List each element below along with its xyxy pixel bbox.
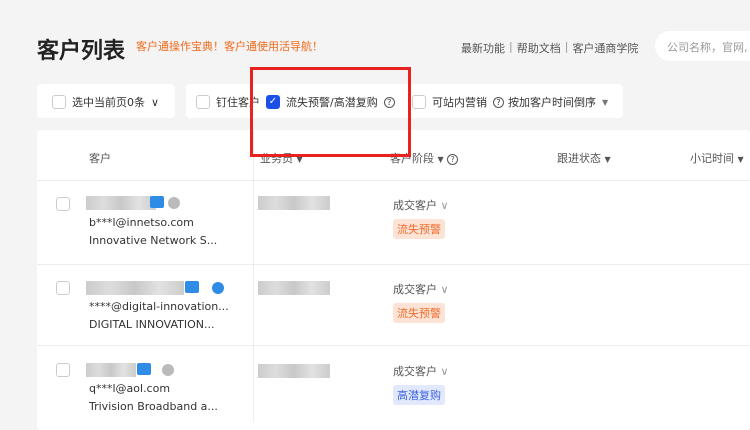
business-card-icon[interactable]: [137, 363, 151, 375]
chevron-down-icon: ∨: [440, 283, 449, 296]
stage-dropdown[interactable]: 成交客户 ∨: [393, 281, 449, 297]
business-card-icon[interactable]: [185, 281, 199, 293]
search-input[interactable]: 公司名称，官网,: [655, 31, 750, 61]
churn-tag: 流失预警: [393, 303, 445, 323]
site-marketing-label: 可站内营销: [432, 96, 487, 109]
sort-label: 按加客户时间倒序: [508, 96, 596, 109]
link-new-features[interactable]: 最新功能: [461, 40, 505, 56]
customer-company[interactable]: Innovative Network S...: [89, 234, 217, 247]
blurred-name: [86, 363, 136, 377]
row-checkbox[interactable]: [56, 197, 70, 211]
col-follow-status-label: 跟进状态: [557, 152, 601, 165]
blurred-salesperson: [258, 281, 330, 295]
promo-link[interactable]: 客户通操作宝典！客户通使用活导航！: [136, 38, 323, 54]
row-checkbox[interactable]: [56, 363, 70, 377]
customer-email: b***l@innetso.com: [89, 216, 194, 229]
col-customer: 客户: [89, 152, 111, 165]
chevron-down-icon: ∨: [440, 365, 449, 378]
pin-checkbox[interactable]: [196, 95, 210, 109]
col-follow-status[interactable]: 跟进状态 ▼: [557, 150, 611, 166]
help-icon[interactable]: ?: [447, 154, 459, 165]
page-title: 客户列表: [37, 39, 126, 64]
col-note-time-label: 小记时间: [690, 152, 734, 165]
select-page-checkbox[interactable]: [52, 95, 66, 109]
caret-down-icon: ▼: [602, 97, 609, 107]
chat-bot-icon[interactable]: [162, 364, 174, 376]
blurred-name: [86, 281, 184, 295]
row-checkbox[interactable]: [56, 281, 70, 295]
header-links: 最新功能 | 帮助文档 | 客户通商学院: [461, 40, 639, 56]
customer-email: q***l@aol.com: [89, 382, 171, 395]
chat-bot-icon[interactable]: [212, 282, 224, 294]
rebuy-tag: 高潜复购: [393, 385, 445, 405]
caret-down-icon: ▼: [604, 155, 611, 164]
churn-tag: 流失预警: [393, 219, 445, 239]
select-page-dropdown[interactable]: 选中当前页0条 ∨: [52, 94, 159, 110]
chevron-down-icon: ∨: [151, 95, 160, 109]
stage-dropdown[interactable]: 成交客户 ∨: [393, 197, 449, 213]
site-marketing-checkbox[interactable]: [412, 95, 426, 109]
stage-label: 成交客户: [393, 365, 437, 378]
sort-dropdown[interactable]: 按加客户时间倒序 ▼: [508, 94, 608, 110]
business-card-icon[interactable]: [150, 196, 164, 208]
caret-down-icon: ▼: [437, 155, 444, 164]
chat-bot-icon[interactable]: [168, 197, 180, 209]
chevron-down-icon: ∨: [440, 199, 449, 212]
highlight-box: [250, 67, 411, 157]
site-marketing-filter[interactable]: 可站内营销?: [412, 94, 504, 110]
customer-company[interactable]: DIGITAL INNOVATION...: [89, 318, 215, 331]
customer-company[interactable]: Trivision Broadband a...: [89, 400, 218, 413]
blurred-salesperson: [258, 196, 330, 210]
select-page-label: 选中当前页0条: [72, 96, 145, 109]
caret-down-icon: ▼: [737, 155, 744, 164]
link-help-docs[interactable]: 帮助文档: [517, 40, 561, 56]
help-icon[interactable]: ?: [493, 96, 504, 108]
customer-email: ****@digital-innovation...: [89, 300, 229, 313]
link-academy[interactable]: 客户通商学院: [572, 40, 638, 56]
stage-dropdown[interactable]: 成交客户 ∨: [393, 363, 449, 379]
blurred-name: [86, 196, 156, 210]
blurred-salesperson: [258, 364, 330, 378]
col-note-time[interactable]: 小记时间 ▼: [690, 150, 744, 166]
stage-label: 成交客户: [393, 283, 437, 296]
stage-label: 成交客户: [393, 199, 437, 212]
